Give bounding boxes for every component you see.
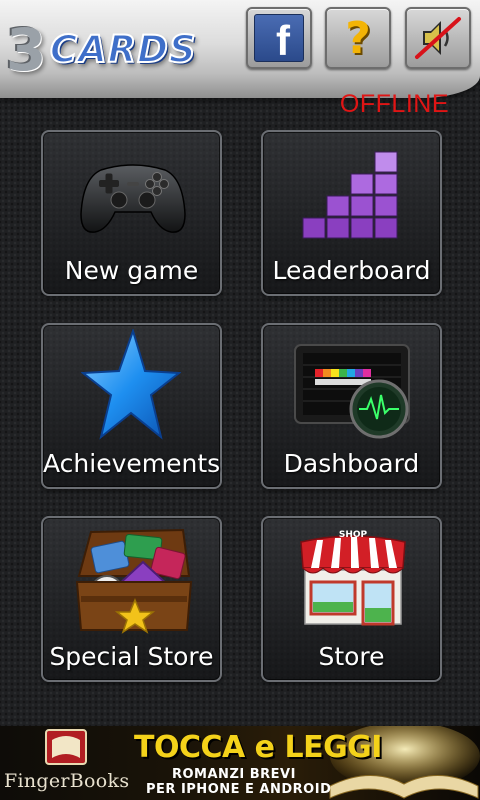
app-logo: 3 CARDS [6, 16, 221, 84]
shop-icon: SHOP [300, 530, 406, 626]
dashboard-monitor-icon [294, 344, 410, 439]
store-label: Store [318, 642, 385, 671]
store-button[interactable]: SHOP Store [261, 516, 442, 682]
facebook-glyph: f [276, 17, 290, 64]
logo-number: 3 [6, 16, 46, 84]
sound-toggle-button[interactable] [405, 7, 471, 69]
question-mark-icon: ? [333, 12, 383, 64]
ad-brand: FingerBooks [4, 770, 130, 792]
gamepad-icon [80, 164, 186, 233]
dashboard-label: Dashboard [283, 449, 420, 478]
connection-status: OFFLINE [339, 90, 449, 118]
ad-subtitle-1: ROMANZI BREVI [172, 767, 296, 782]
ad-banner[interactable]: FingerBooks TOCCA e LEGGI ROMANZI BREVI … [0, 726, 480, 800]
star-icon [81, 329, 181, 440]
achievements-button[interactable]: Achievements [41, 323, 222, 489]
help-button[interactable]: ? [325, 7, 391, 69]
facebook-button[interactable]: f [246, 7, 312, 69]
leaderboard-label: Leaderboard [272, 256, 431, 285]
book-logo-icon [45, 729, 87, 765]
special-store-label: Special Store [49, 642, 214, 671]
top-bar: 3 CARDS f ? [0, 0, 480, 98]
ad-title: TOCCA e LEGGI [134, 730, 382, 765]
achievements-label: Achievements [43, 449, 221, 478]
leaderboard-button[interactable]: Leaderboard [261, 130, 442, 296]
ad-subtitle-2: PER IPHONE E ANDROID [146, 782, 332, 797]
speaker-muted-icon [413, 14, 463, 62]
bar-chart-icon [302, 151, 398, 239]
dashboard-button[interactable]: Dashboard [261, 323, 442, 489]
new-game-label: New game [64, 256, 199, 285]
new-game-button[interactable]: New game [41, 130, 222, 296]
special-store-button[interactable]: Special Store [41, 516, 222, 682]
logo-word: CARDS [49, 27, 197, 72]
treasure-chest-icon [75, 528, 193, 634]
facebook-icon: f [254, 14, 304, 64]
help-glyph: ? [345, 12, 371, 64]
shop-sign-text: SHOP [339, 530, 368, 540]
